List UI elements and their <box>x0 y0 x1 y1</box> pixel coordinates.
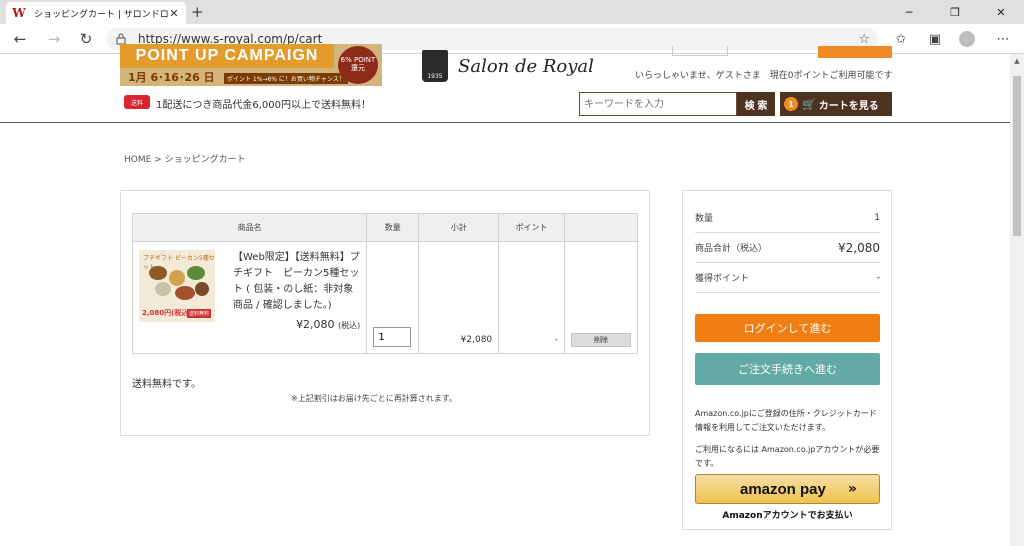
search-input[interactable] <box>579 92 737 116</box>
recalc-note: ※上記割引はお届け先ごとに再計算されます。 <box>291 394 457 403</box>
more-menu-icon[interactable]: ⋯ <box>994 30 1012 48</box>
table-row: プチギフト ピーカン5種セット 2,080円(税込) 送料無料 【Web限定】【… <box>131 241 639 354</box>
summary-value: ¥2,080 <box>838 240 880 255</box>
browser-tab[interactable]: W ショッピングカート | サロンドロワイヤル ✕ <box>6 2 186 24</box>
summary-value: - <box>876 272 880 283</box>
campaign-title: POINT UP CAMPAIGN <box>120 44 334 68</box>
product-image-price: 2,080円(税込) <box>142 309 192 317</box>
close-tab-icon[interactable]: ✕ <box>168 7 180 20</box>
reload-icon[interactable]: ↻ <box>76 29 96 49</box>
points-cell: - <box>498 241 565 354</box>
amazon-pay-logo: amazon pay <box>740 480 826 498</box>
product-price-tax: (税込) <box>338 321 361 330</box>
product-image[interactable]: プチギフト ピーカン5種セット 2,080円(税込) 送料無料 <box>139 250 215 322</box>
campaign-badge: 6% POINT 還元 <box>338 46 378 84</box>
free-shipping-note: 送料無料です。 <box>132 379 201 390</box>
delete-cell: 削除 <box>563 241 639 354</box>
header-top-orange-button[interactable] <box>818 46 892 58</box>
restore-icon[interactable]: ❐ <box>932 0 978 24</box>
column-header: 数量 <box>366 213 420 242</box>
campaign-banner[interactable]: POINT UP CAMPAIGN 1月 6･16･26 日 ポイント 1%→6… <box>120 44 382 86</box>
crest-icon: 1935 <box>422 50 448 82</box>
welcome-message: いらっしゃいませ、ゲストさま 現在0ポイントご利用可能です <box>635 71 893 81</box>
page-scrollbar[interactable]: ▲ <box>1010 54 1024 546</box>
column-header <box>563 213 639 242</box>
breadcrumb: HOME > ショッピングカート <box>124 155 246 165</box>
product-image-tag: 送料無料 <box>186 309 211 318</box>
campaign-dates: 1月 6･16･26 日 <box>128 71 215 84</box>
campaign-note: ポイント 1%→6% に！お買い物チャンス！ <box>224 73 348 84</box>
cart-icon: 🛒 <box>802 97 816 111</box>
double-chevron-right-icon: » <box>847 481 857 497</box>
summary-label: 数量 <box>695 214 714 224</box>
back-icon[interactable]: ← <box>10 29 30 49</box>
header-divider <box>0 122 1010 123</box>
brand-name: Salon de Royal <box>458 55 594 77</box>
login-button[interactable]: ログインして進む <box>695 314 880 342</box>
quantity-cell <box>366 241 420 354</box>
amazon-note-account: ご利用になるには Amazon.co.jpアカウントが必要です。 <box>695 445 880 468</box>
scroll-up-icon[interactable]: ▲ <box>1010 54 1024 68</box>
product-cell: プチギフト ピーカン5種セット 2,080円(税込) 送料無料 【Web限定】【… <box>131 241 368 354</box>
cart-panel: 商品名 数量 小計 ポイント プチギフト ピーカン5種セット 2,080円(税込… <box>120 190 650 436</box>
profile-icon[interactable] <box>958 30 976 48</box>
cart-table: 商品名 数量 小計 ポイント プチギフト ピーカン5種セット 2,080円(税込… <box>131 213 639 354</box>
amazon-pay-button[interactable]: amazon pay » <box>695 474 880 504</box>
column-header: 小計 <box>418 213 500 242</box>
summary-row-quantity: 数量 1 <box>695 203 880 233</box>
close-window-icon[interactable]: ✕ <box>978 0 1024 24</box>
header-top-button[interactable] <box>672 46 728 56</box>
quantity-input[interactable] <box>373 327 412 347</box>
minimize-icon[interactable]: ─ <box>886 0 932 24</box>
summary-row-total: 商品合計（税込） ¥2,080 <box>695 233 880 263</box>
favorites-icon[interactable]: ✩ <box>892 30 910 48</box>
amazon-note: Amazon.co.jpにご登録の住所・クレジットカード情報を利用してご注文いた… <box>695 409 877 432</box>
tab-title: ショッピングカート | サロンドロワイヤル <box>34 9 168 20</box>
favorite-star-icon[interactable]: ☆ <box>858 32 870 47</box>
cart-table-header: 商品名 数量 小計 ポイント <box>131 213 639 242</box>
order-summary: 数量 1 商品合計（税込） ¥2,080 獲得ポイント - ログインして進む ご… <box>682 190 892 530</box>
view-cart-label: カートを見る <box>818 100 879 112</box>
delete-button[interactable]: 削除 <box>570 333 631 347</box>
browser-tab-bar: W ショッピングカート | サロンドロワイヤル ✕ + ─ ❐ ✕ <box>0 0 1024 24</box>
subtotal-cell: ¥2,080 <box>418 241 500 354</box>
summary-label: 商品合計（税込） <box>695 244 768 254</box>
forward-icon[interactable]: → <box>44 29 64 49</box>
product-price-value: ¥2,080 <box>296 318 335 331</box>
column-header: ポイント <box>498 213 565 242</box>
site-favicon-icon: W <box>12 6 26 20</box>
amazon-pay-caption: Amazonアカウントでお支払い <box>722 511 853 521</box>
search-button[interactable]: 検 索 <box>737 92 775 116</box>
truck-icon: 送料 <box>124 95 150 109</box>
collections-icon[interactable]: ▣ <box>926 30 944 48</box>
checkout-button[interactable]: ご注文手続きへ進む <box>695 353 880 385</box>
scrollbar-thumb[interactable] <box>1013 76 1021 236</box>
summary-row-points: 獲得ポイント - <box>695 263 880 293</box>
cart-count-badge: 1 <box>784 97 798 111</box>
brand-logo[interactable]: 1935 Salon de Royal <box>422 50 594 82</box>
product-price: ¥2,080 (税込) <box>296 318 360 331</box>
summary-label: 獲得ポイント <box>695 274 750 284</box>
summary-value: 1 <box>874 212 880 223</box>
new-tab-icon[interactable]: + <box>191 3 204 21</box>
column-header: 商品名 <box>131 213 368 242</box>
product-name[interactable]: 【Web限定】【送料無料】プチギフト ピーカン5種セット ( 包装・のし紙：非対… <box>233 250 363 314</box>
shipping-message: 1配送につき商品代金6,000円以上で送料無料！ <box>156 100 371 111</box>
view-cart-button[interactable]: 1 🛒 カートを見る <box>780 92 892 116</box>
